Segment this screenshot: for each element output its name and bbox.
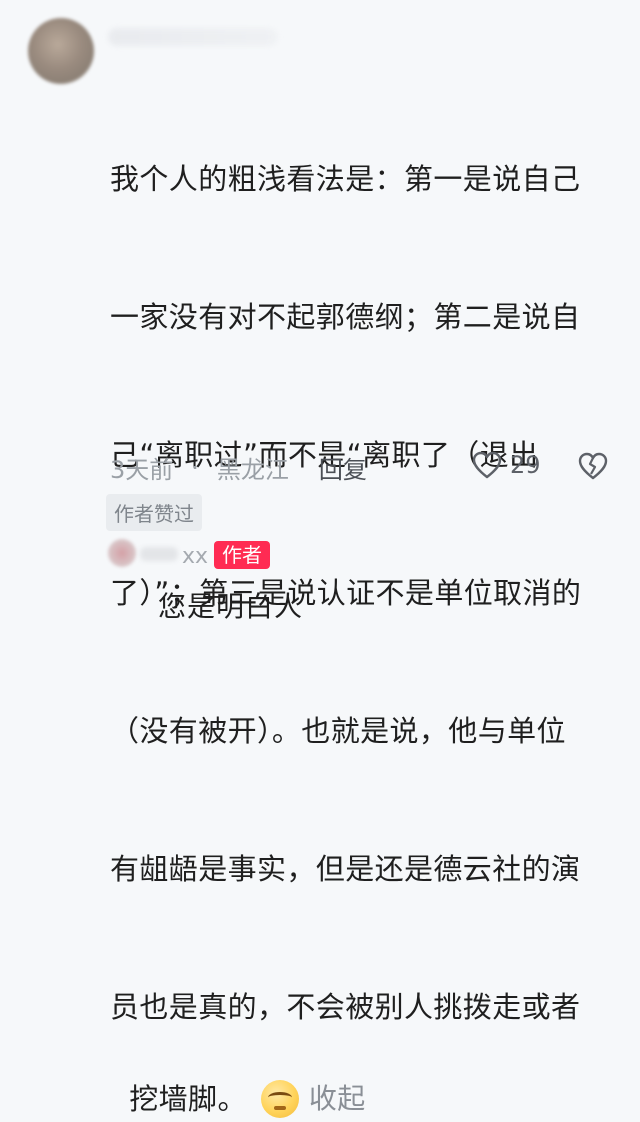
comment-last-line: 挖墙脚。 收起 <box>129 1076 365 1122</box>
author-badge: 作者 <box>214 541 270 569</box>
heart-icon <box>472 451 502 479</box>
comment-line: 员也是真的，不会被别人挑拨走或者 <box>110 990 581 1024</box>
comment-location: 黑龙江 <box>216 456 289 484</box>
comment-line: （没有被开）。也就是说，他与单位 <box>110 714 566 748</box>
smirk-emoji-icon <box>260 1080 299 1118</box>
commenter-username-blurred[interactable] <box>108 28 278 46</box>
collapse-button[interactable]: 收起 <box>309 1076 366 1122</box>
like-count: 29 <box>510 451 541 479</box>
reply-button[interactable]: 回复 <box>319 450 367 485</box>
comment-line: 我个人的粗浅看法是：第一是说自己 <box>110 162 581 196</box>
reply-username-blurred <box>140 547 178 561</box>
dislike-broken-heart-icon[interactable] <box>578 452 608 484</box>
commenter-avatar[interactable] <box>28 18 94 84</box>
author-liked-badge: 作者赞过 <box>106 494 202 531</box>
like-button[interactable]: 29 <box>472 451 541 479</box>
reply-avatar[interactable] <box>108 539 136 567</box>
reply-text: 您是明白人 <box>158 590 304 623</box>
comment-line: 挖墙脚。 <box>129 1082 247 1116</box>
comment-line: 有龃龉是事实，但是还是德云社的演 <box>110 852 581 886</box>
reply-username[interactable]: xx <box>182 544 208 569</box>
comment-meta-row: 3天前 · 黑龙江 回复 <box>110 450 367 485</box>
comment-line: 一家没有对不起郭德纲；第二是说自 <box>110 300 581 334</box>
comment-time: 3天前 <box>110 456 174 484</box>
meta-separator: · <box>191 453 199 482</box>
